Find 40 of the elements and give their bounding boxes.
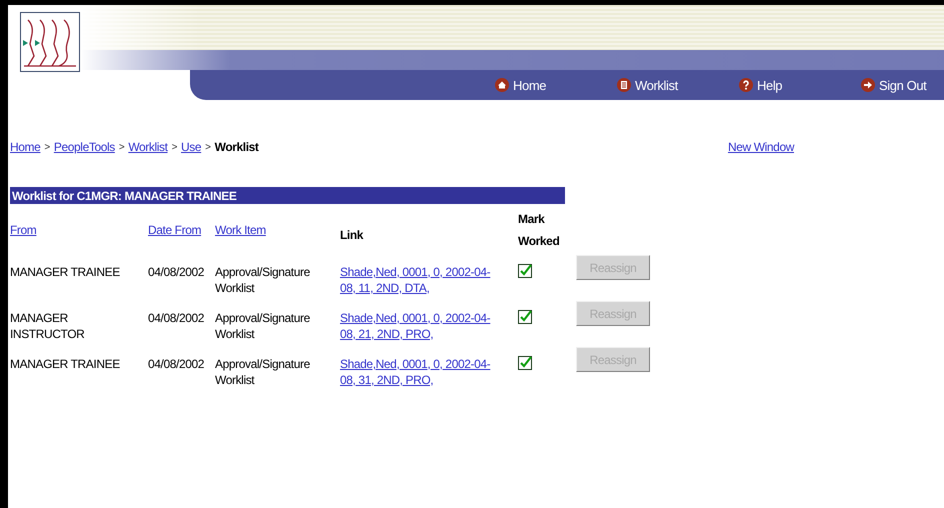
column-header: Link	[340, 228, 364, 242]
column-sort-link[interactable]: Date From	[148, 223, 202, 237]
logo-icon	[20, 12, 80, 72]
worklist-link[interactable]: Shade,Ned, 0001, 0, 2002-04-08, 11, 2ND, DTA,	[340, 264, 498, 296]
column-sort-link[interactable]: From	[10, 223, 36, 237]
breadcrumb-separator: >	[205, 142, 211, 152]
table-cell: 04/08/2002	[148, 265, 204, 279]
worklist-title: Worklist for C1MGR: MANAGER TRAINEE	[10, 187, 565, 204]
breadcrumb-separator: >	[44, 142, 50, 152]
table-cell: 04/08/2002	[148, 357, 204, 371]
table-cell: 04/08/2002	[148, 311, 204, 325]
table-cell: Approval/Signature Worklist	[215, 357, 310, 387]
breadcrumb-current: Worklist	[214, 140, 259, 154]
notepad-icon	[617, 78, 631, 92]
column-sort-link[interactable]: Work Item	[215, 223, 266, 237]
worklist-link[interactable]: Shade,Ned, 0001, 0, 2002-04-08, 21, 2ND, PRO,	[340, 310, 498, 342]
breadcrumb-separator: >	[172, 142, 178, 152]
checkbox[interactable]	[518, 264, 532, 278]
nav-link[interactable]: Sign Out	[861, 78, 944, 92]
breadcrumb-separator: >	[118, 142, 124, 152]
table-cell: Approval/Signature Worklist	[215, 311, 310, 341]
table-cell: Approval/Signature Worklist	[215, 265, 310, 295]
breadcrumb-link[interactable]: Use	[181, 140, 202, 154]
checkbox[interactable]	[518, 310, 532, 324]
nav-link[interactable]: Help	[739, 78, 861, 92]
breadcrumb-link[interactable]: Home	[10, 140, 40, 154]
breadcrumb-link[interactable]: Worklist	[128, 140, 168, 154]
arrow-right-icon	[861, 78, 875, 92]
nav-link[interactable]: Home	[495, 78, 617, 92]
breadcrumb-link[interactable]: PeopleTools	[54, 140, 115, 154]
new-window-link[interactable]: New Window	[728, 140, 794, 154]
column-header: Mark Worked	[518, 211, 558, 250]
house-icon	[495, 78, 509, 92]
table-cell-text: MANAGER TRAINEE	[10, 356, 121, 372]
checkbox[interactable]	[518, 356, 532, 370]
nav-link[interactable]: Worklist	[617, 78, 739, 92]
help-icon	[739, 78, 753, 92]
worklist-link[interactable]: Shade,Ned, 0001, 0, 2002-04-08, 31, 2ND, PRO,	[340, 356, 498, 388]
table-cell-text: MANAGER INSTRUCTOR	[10, 310, 86, 342]
table-cell-text: MANAGER TRAINEE	[10, 264, 121, 280]
